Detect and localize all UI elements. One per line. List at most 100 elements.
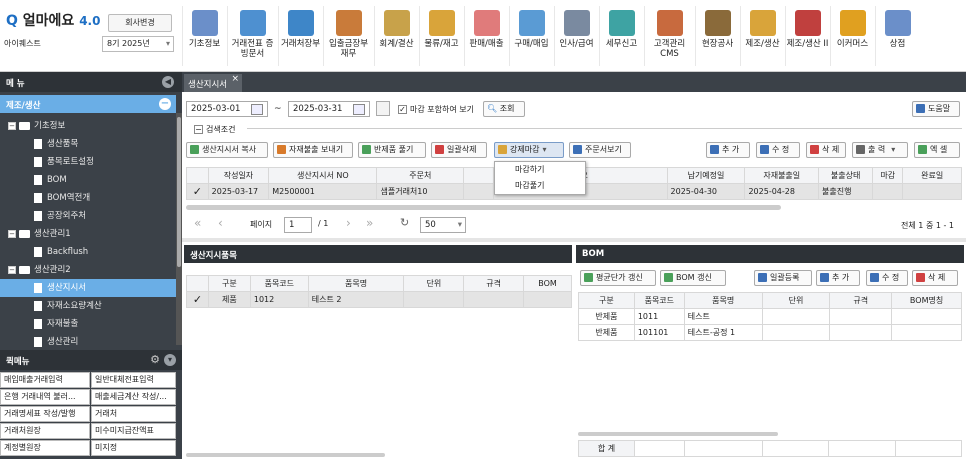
sidebar-item-2[interactable]: 품목로트설정: [0, 153, 176, 171]
toolbar-right-button-1[interactable]: 수 정: [756, 142, 800, 158]
company-change-button[interactable]: 회사변경: [108, 14, 172, 32]
checkbox-checked-icon[interactable]: ✓: [398, 105, 407, 114]
column-header[interactable]: 품목명: [307, 275, 405, 292]
column-header[interactable]: BOM: [523, 275, 572, 292]
chevron-down-icon[interactable]: ▾: [164, 354, 176, 366]
module-14[interactable]: 이커머스: [830, 6, 874, 66]
collapse-icon[interactable]: −: [8, 265, 16, 274]
sidebar-item-8[interactable]: − 생산관리2: [0, 261, 176, 279]
column-header[interactable]: [463, 167, 495, 184]
bom-button-5[interactable]: 삭 제: [912, 270, 958, 286]
quickmenu-item[interactable]: 거래처: [91, 406, 176, 422]
toolbar-button-3[interactable]: 일괄삭제: [431, 142, 487, 158]
next-page-icon[interactable]: ›: [346, 216, 351, 230]
column-header[interactable]: 납기예정일: [666, 167, 746, 184]
column-header[interactable]: 규격: [829, 292, 893, 309]
column-header[interactable]: BOM명칭: [891, 292, 962, 309]
column-header[interactable]: 단위: [403, 275, 465, 292]
toolbar-right-button-3[interactable]: 출 력 ▾: [852, 142, 908, 158]
table-row[interactable]: 반제품 1011 테스트: [578, 308, 962, 325]
horizontal-scrollbar[interactable]: [186, 453, 385, 457]
calendar-icon[interactable]: [353, 104, 365, 115]
toolbar-button-0[interactable]: 생산지시서 복사: [186, 142, 268, 158]
dropdown-item-close[interactable]: 마감하기: [495, 162, 585, 178]
sidebar-item-0[interactable]: − 기초정보: [0, 117, 176, 135]
quickmenu-item[interactable]: 매출세금계산 작성/...: [91, 389, 176, 405]
toolbar-button-1[interactable]: 자재불출 보내기: [273, 142, 353, 158]
quickmenu-item[interactable]: 은행 거래내역 불러...: [0, 389, 90, 405]
quickmenu-item[interactable]: 매입매출거래입력: [0, 372, 90, 388]
date-to-input[interactable]: 2025-03-31: [288, 101, 370, 117]
horizontal-scrollbar[interactable]: [578, 432, 778, 436]
column-header[interactable]: 구분: [578, 292, 635, 309]
column-header[interactable]: 생산지시서 NO: [268, 167, 378, 184]
column-header[interactable]: 마감: [872, 167, 904, 184]
column-header[interactable]: 주문처: [376, 167, 465, 184]
help-button[interactable]: 도움말: [912, 101, 960, 117]
select-all-cell[interactable]: [186, 275, 209, 292]
sidebar-item-12[interactable]: 생산관리: [0, 333, 176, 351]
module-12[interactable]: 제조/생산: [740, 6, 784, 66]
quickmenu-item[interactable]: 일반대체전표입력: [91, 372, 176, 388]
last-page-icon[interactable]: »: [366, 216, 373, 230]
sidebar-item-11[interactable]: 자재불출: [0, 315, 176, 333]
splitter[interactable]: [182, 238, 966, 242]
tab-production-order[interactable]: 생산지시서 ×: [184, 74, 242, 92]
bom-button-0[interactable]: 평균단가 갱신: [580, 270, 656, 286]
module-8[interactable]: 인사/급여: [554, 6, 598, 66]
quickmenu-item[interactable]: 계정별원장: [0, 440, 90, 456]
row-checkbox[interactable]: ✓: [186, 183, 209, 200]
scrollbar-thumb[interactable]: [177, 117, 181, 267]
page-size-select[interactable]: 50 ▾: [420, 217, 466, 233]
fiscal-year-select[interactable]: 8기 2025년 ▾: [102, 36, 174, 52]
quickmenu-item[interactable]: 미지정: [91, 440, 176, 456]
toolbar-right-button-0[interactable]: 추 가: [706, 142, 750, 158]
toolbar-right-button-4[interactable]: 엑 셀: [914, 142, 960, 158]
collapse-menu-icon[interactable]: ◀: [162, 76, 174, 88]
bom-button-1[interactable]: BOM 갱신: [660, 270, 726, 286]
sidebar-item-5[interactable]: 공장외주처: [0, 207, 176, 225]
module-15[interactable]: 상점: [875, 6, 919, 66]
toolbar-button-2[interactable]: 반제품 풀기: [358, 142, 426, 158]
sidebar-item-3[interactable]: BOM: [0, 171, 176, 189]
module-11[interactable]: 현장공사: [695, 6, 739, 66]
calendar-icon[interactable]: [251, 104, 263, 115]
collapse-section-icon[interactable]: −: [159, 98, 171, 110]
column-header[interactable]: 품목코드: [249, 275, 309, 292]
module-9[interactable]: 세무신고: [599, 6, 643, 66]
first-page-icon[interactable]: «: [194, 216, 201, 230]
column-header[interactable]: 단위: [761, 292, 831, 309]
module-5[interactable]: 물류/재고: [419, 6, 463, 66]
expand-icon[interactable]: −: [194, 125, 203, 134]
toolbar-button-5[interactable]: 주문서보기: [569, 142, 631, 158]
column-header[interactable]: 품목명: [683, 292, 763, 309]
sidebar-item-9[interactable]: 생산지시서: [0, 279, 176, 297]
sidebar-item-1[interactable]: 생산품목: [0, 135, 176, 153]
column-header[interactable]: 불출상태: [818, 167, 874, 184]
table-row[interactable]: 반제품 101101 테스트-공정 1: [578, 324, 962, 341]
module-6[interactable]: 판매/매출: [464, 6, 508, 66]
prev-page-icon[interactable]: ‹: [218, 216, 223, 230]
column-header[interactable]: 구분: [207, 275, 251, 292]
bom-button-2[interactable]: 일괄등록: [754, 270, 812, 286]
sidebar-item-10[interactable]: 자재소요량계산: [0, 297, 176, 315]
collapse-icon[interactable]: −: [8, 229, 16, 238]
dropdown-item-unclose[interactable]: 마감풀기: [495, 178, 585, 194]
select-all-cell[interactable]: [186, 167, 209, 184]
module-0[interactable]: 기초정보: [182, 6, 226, 66]
module-1[interactable]: 거래전표 증빙문서: [227, 6, 277, 66]
module-4[interactable]: 회계/결산: [374, 6, 418, 66]
calendar-range-icon[interactable]: [376, 101, 390, 116]
search-condition-toggle[interactable]: − 검색조건: [194, 124, 235, 135]
date-from-input[interactable]: 2025-03-01: [186, 101, 268, 117]
column-header[interactable]: 완료일: [902, 167, 962, 184]
module-2[interactable]: 거래처장부: [278, 6, 322, 66]
quickmenu-item[interactable]: 거래처원장: [0, 423, 90, 439]
table-row[interactable]: ✓ 제품 1012 테스트 2: [186, 291, 572, 308]
toolbar-button-4[interactable]: 강제마감 ▾: [494, 142, 564, 158]
bom-button-3[interactable]: 추 가: [816, 270, 860, 286]
sidebar-item-6[interactable]: − 생산관리1: [0, 225, 176, 243]
collapse-icon[interactable]: −: [8, 121, 16, 130]
module-10[interactable]: 고객관리 CMS: [644, 6, 694, 66]
column-header[interactable]: 규격: [463, 275, 525, 292]
